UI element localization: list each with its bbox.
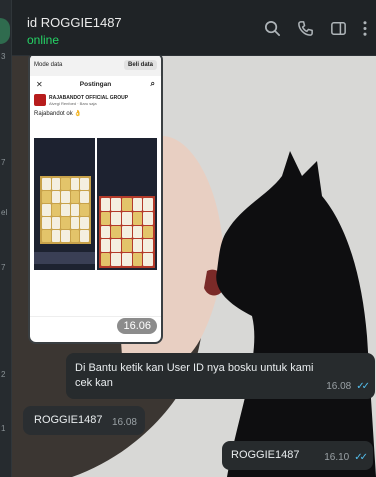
sidebar-digit: el: [1, 208, 8, 217]
post-images: [34, 138, 157, 270]
message-text: ROGGIE1487: [231, 449, 300, 461]
message-time: 16.08: [326, 381, 352, 392]
game-screenshot: [96, 138, 157, 270]
sidebar-digit: 2: [1, 370, 6, 379]
group-avatar: [34, 94, 46, 106]
phone-icon[interactable]: [296, 19, 315, 38]
message-bubble-incoming[interactable]: ROGGIE1487 16.08: [23, 406, 145, 435]
window-controls: [292, 0, 376, 4]
group-subtitle: Alvegi Renfoed · Baru saja: [49, 100, 97, 106]
more-menu-icon[interactable]: [362, 19, 368, 38]
contact-name[interactable]: id ROGGIE1487: [27, 15, 122, 30]
sidebar-digit: 3: [1, 52, 6, 61]
shared-screenshot[interactable]: Mode data Beli data ✕ Postingan ⌕ RAJABA…: [30, 56, 161, 342]
post-text: Rajabandot ok 👌: [34, 111, 82, 117]
chat-header: id ROGGIE1487 online: [12, 0, 376, 56]
online-status: online: [27, 33, 60, 47]
search-icon: ⌕: [150, 79, 155, 88]
message-time: 16.06: [117, 318, 157, 334]
read-receipt-icon: ✓✓: [356, 381, 370, 392]
buy-data-chip: Beli data: [123, 60, 157, 70]
chat-area[interactable]: Mode data Beli data ✕ Postingan ⌕ RAJABA…: [12, 56, 376, 477]
message-text: ROGGIE1487: [34, 414, 103, 426]
message-text: Di Bantu ketik kan User ID nya bosku unt…: [75, 362, 314, 389]
message-bubble-outgoing[interactable]: ROGGIE1487 16.10 ✓✓: [222, 441, 373, 470]
message-time: 16.08: [111, 417, 137, 428]
message-time: 16.10: [324, 452, 350, 463]
chat-list-sidebar: 3 7 el 7 2 1: [0, 0, 12, 477]
sidebar-digit: 1: [1, 424, 6, 433]
post-title: Postingan: [79, 80, 112, 88]
search-icon[interactable]: [263, 19, 282, 38]
sidebar-digit: 7: [1, 263, 6, 272]
avatar[interactable]: [0, 18, 10, 44]
game-screenshot: [34, 138, 95, 270]
sidebar-toggle-icon[interactable]: [329, 19, 348, 38]
image-message[interactable]: Mode data Beli data ✕ Postingan ⌕ RAJABA…: [28, 56, 163, 344]
message-bubble-outgoing[interactable]: Di Bantu ketik kan User ID nya bosku unt…: [66, 353, 375, 399]
sidebar-digit: 7: [1, 158, 6, 167]
group-name: RAJABANDOT OFFICIAL GROUP: [49, 94, 129, 101]
mode-data-label: Mode data: [34, 62, 63, 68]
read-receipt-icon: ✓✓: [354, 452, 368, 463]
close-icon: ✕: [36, 79, 43, 89]
